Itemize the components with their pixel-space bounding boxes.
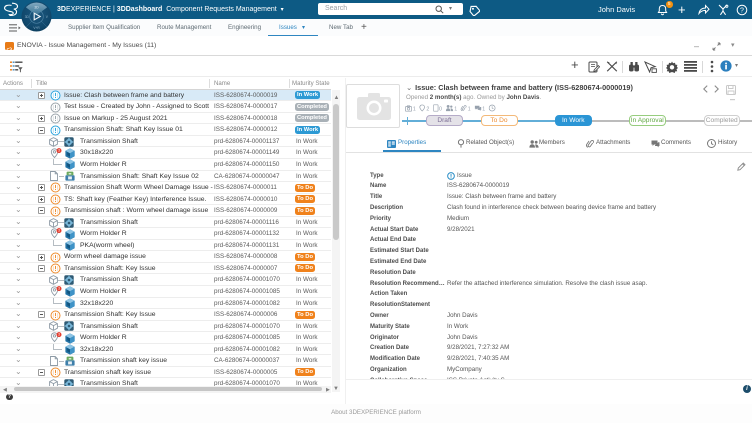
svg-text:V+R: V+R [33, 26, 40, 30]
svg-text:?: ? [740, 7, 744, 14]
svg-text:3D: 3D [34, 6, 39, 10]
svg-text:3: 3 [58, 333, 60, 337]
svg-text:3D: 3D [25, 15, 30, 19]
svg-text:3: 3 [58, 287, 60, 291]
svg-text:3: 3 [58, 148, 60, 152]
svg-text:3: 3 [58, 229, 60, 233]
